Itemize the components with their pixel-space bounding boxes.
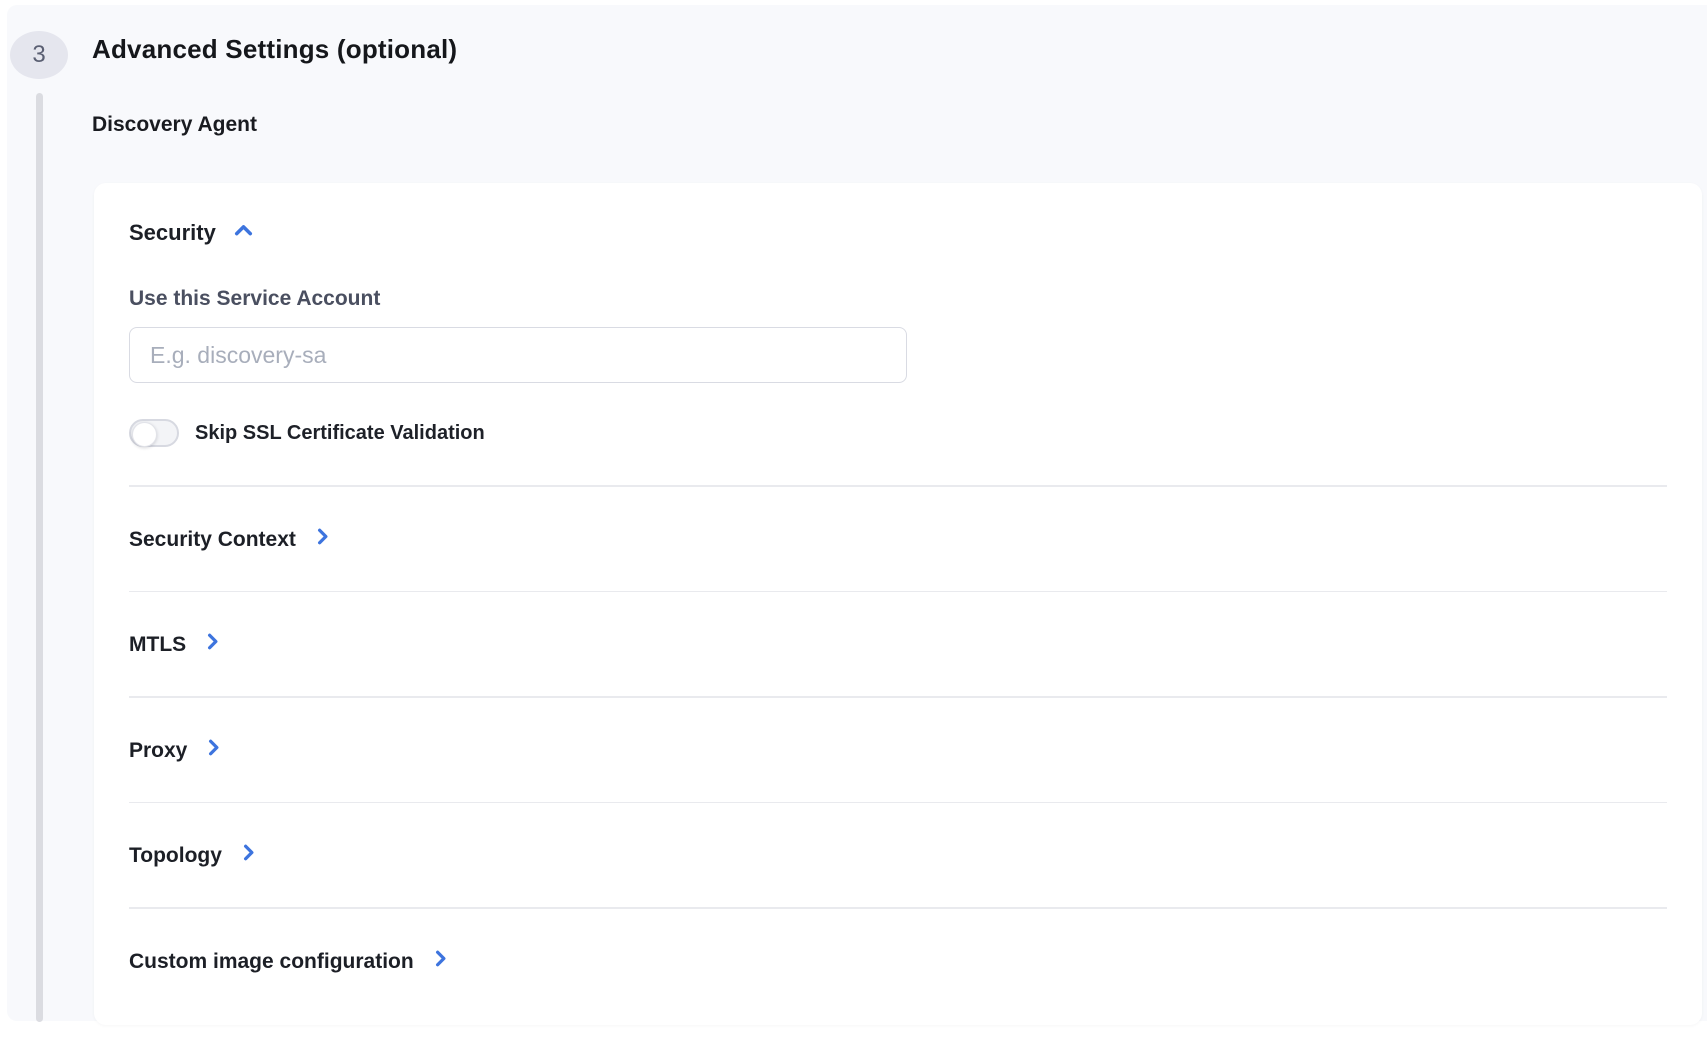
toggle-knob [132,422,157,447]
section-custom-image-configuration[interactable]: Custom image configuration [129,909,1667,1013]
section-proxy[interactable]: Proxy [129,698,1667,802]
skip-ssl-toggle[interactable] [129,419,179,447]
section-security[interactable]: Security [129,219,1667,247]
service-account-label: Use this Service Account [129,287,1667,311]
section-security-context[interactable]: Security Context [129,487,1667,591]
service-account-input[interactable] [129,327,907,383]
discovery-agent-subtitle: Discovery Agent [92,113,257,137]
chevron-up-icon [231,218,256,249]
step-number: 3 [32,41,45,69]
section-label: Proxy [129,737,187,765]
section-label: Topology [129,842,222,870]
advanced-settings-panel: 3 Advanced Settings (optional) Discovery… [7,5,1707,1021]
chevron-right-icon [237,841,260,871]
section-label: MTLS [129,631,186,659]
section-mtls[interactable]: MTLS [129,592,1667,696]
step-title: Advanced Settings (optional) [92,34,457,65]
step-connector-line [36,93,43,1022]
chevron-right-icon [429,947,452,977]
section-security-label: Security [129,220,216,246]
skip-ssl-label: Skip SSL Certificate Validation [195,422,485,445]
section-label: Custom image configuration [129,948,414,976]
skip-ssl-toggle-row: Skip SSL Certificate Validation [129,419,1667,447]
chevron-right-icon [311,525,334,555]
section-topology[interactable]: Topology [129,803,1667,907]
collapsed-sections-list: Security Context MTLS Proxy Topology Custom … [129,487,1667,1013]
chevron-right-icon [201,630,224,660]
step-number-badge: 3 [10,31,68,79]
chevron-right-icon [202,736,225,766]
discovery-agent-card: Security Use this Service Account Skip S… [94,183,1702,1025]
section-label: Security Context [129,526,296,554]
